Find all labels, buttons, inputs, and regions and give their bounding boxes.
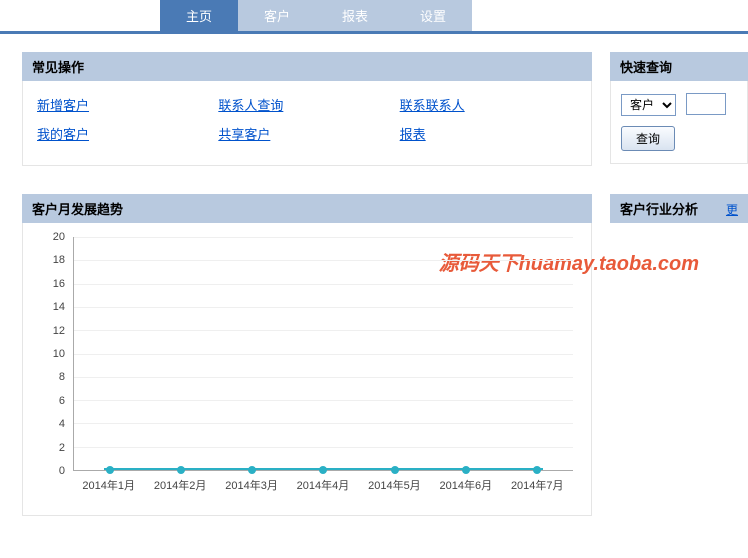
quick-query-title: 快速查询 (610, 52, 748, 81)
x-label: 2014年2月 (144, 477, 215, 497)
query-type-select[interactable]: 客户 (621, 94, 676, 116)
common-ops-panel: 新增客户 联系人查询 联系联系人 我的客户 共享客户 报表 (22, 81, 592, 166)
y-tick: 10 (53, 348, 65, 360)
x-label: 2014年1月 (73, 477, 144, 497)
y-tick: 8 (59, 371, 65, 383)
link-share-customer[interactable]: 共享客户 (218, 124, 399, 143)
tab-home[interactable]: 主页 (160, 0, 238, 31)
data-point (106, 466, 114, 474)
link-report[interactable]: 报表 (400, 124, 581, 143)
query-input[interactable] (686, 93, 726, 115)
y-tick: 0 (59, 465, 65, 477)
tab-settings[interactable]: 设置 (394, 0, 472, 31)
data-point (177, 466, 185, 474)
x-label: 2014年6月 (430, 477, 501, 497)
data-point (248, 466, 256, 474)
x-label: 2014年3月 (216, 477, 287, 497)
link-contact-contact[interactable]: 联系联系人 (400, 95, 581, 114)
data-point (319, 466, 327, 474)
top-nav: 主页 客户 报表 设置 (0, 0, 748, 34)
data-point (462, 466, 470, 474)
trend-chart-panel: 源码天下huamay.taoba.com 02468101214161820 2… (22, 223, 592, 516)
link-new-customer[interactable]: 新增客户 (37, 95, 218, 114)
industry-title: 客户行业分析 (620, 199, 698, 218)
industry-more-link[interactable]: 更 (726, 201, 738, 218)
industry-title-bar: 客户行业分析 更 (610, 194, 748, 223)
y-tick: 18 (53, 254, 65, 266)
link-contact-query[interactable]: 联系人查询 (218, 95, 399, 114)
y-tick: 14 (53, 301, 65, 313)
y-tick: 20 (53, 231, 65, 243)
query-button[interactable]: 查询 (621, 126, 675, 151)
y-tick: 12 (53, 325, 65, 337)
tab-customer[interactable]: 客户 (238, 0, 316, 31)
y-tick: 16 (53, 278, 65, 290)
data-point (391, 466, 399, 474)
tab-report[interactable]: 报表 (316, 0, 394, 31)
common-ops-title: 常见操作 (22, 52, 592, 81)
link-my-customer[interactable]: 我的客户 (37, 124, 218, 143)
y-tick: 4 (59, 418, 65, 430)
trend-chart: 源码天下huamay.taoba.com 02468101214161820 2… (43, 237, 579, 497)
trend-title: 客户月发展趋势 (22, 194, 592, 223)
y-tick: 6 (59, 395, 65, 407)
x-label: 2014年5月 (359, 477, 430, 497)
quick-query-panel: 客户 查询 (610, 81, 748, 164)
x-label: 2014年4月 (287, 477, 358, 497)
x-label: 2014年7月 (502, 477, 573, 497)
data-point (533, 466, 541, 474)
y-tick: 2 (59, 442, 65, 454)
